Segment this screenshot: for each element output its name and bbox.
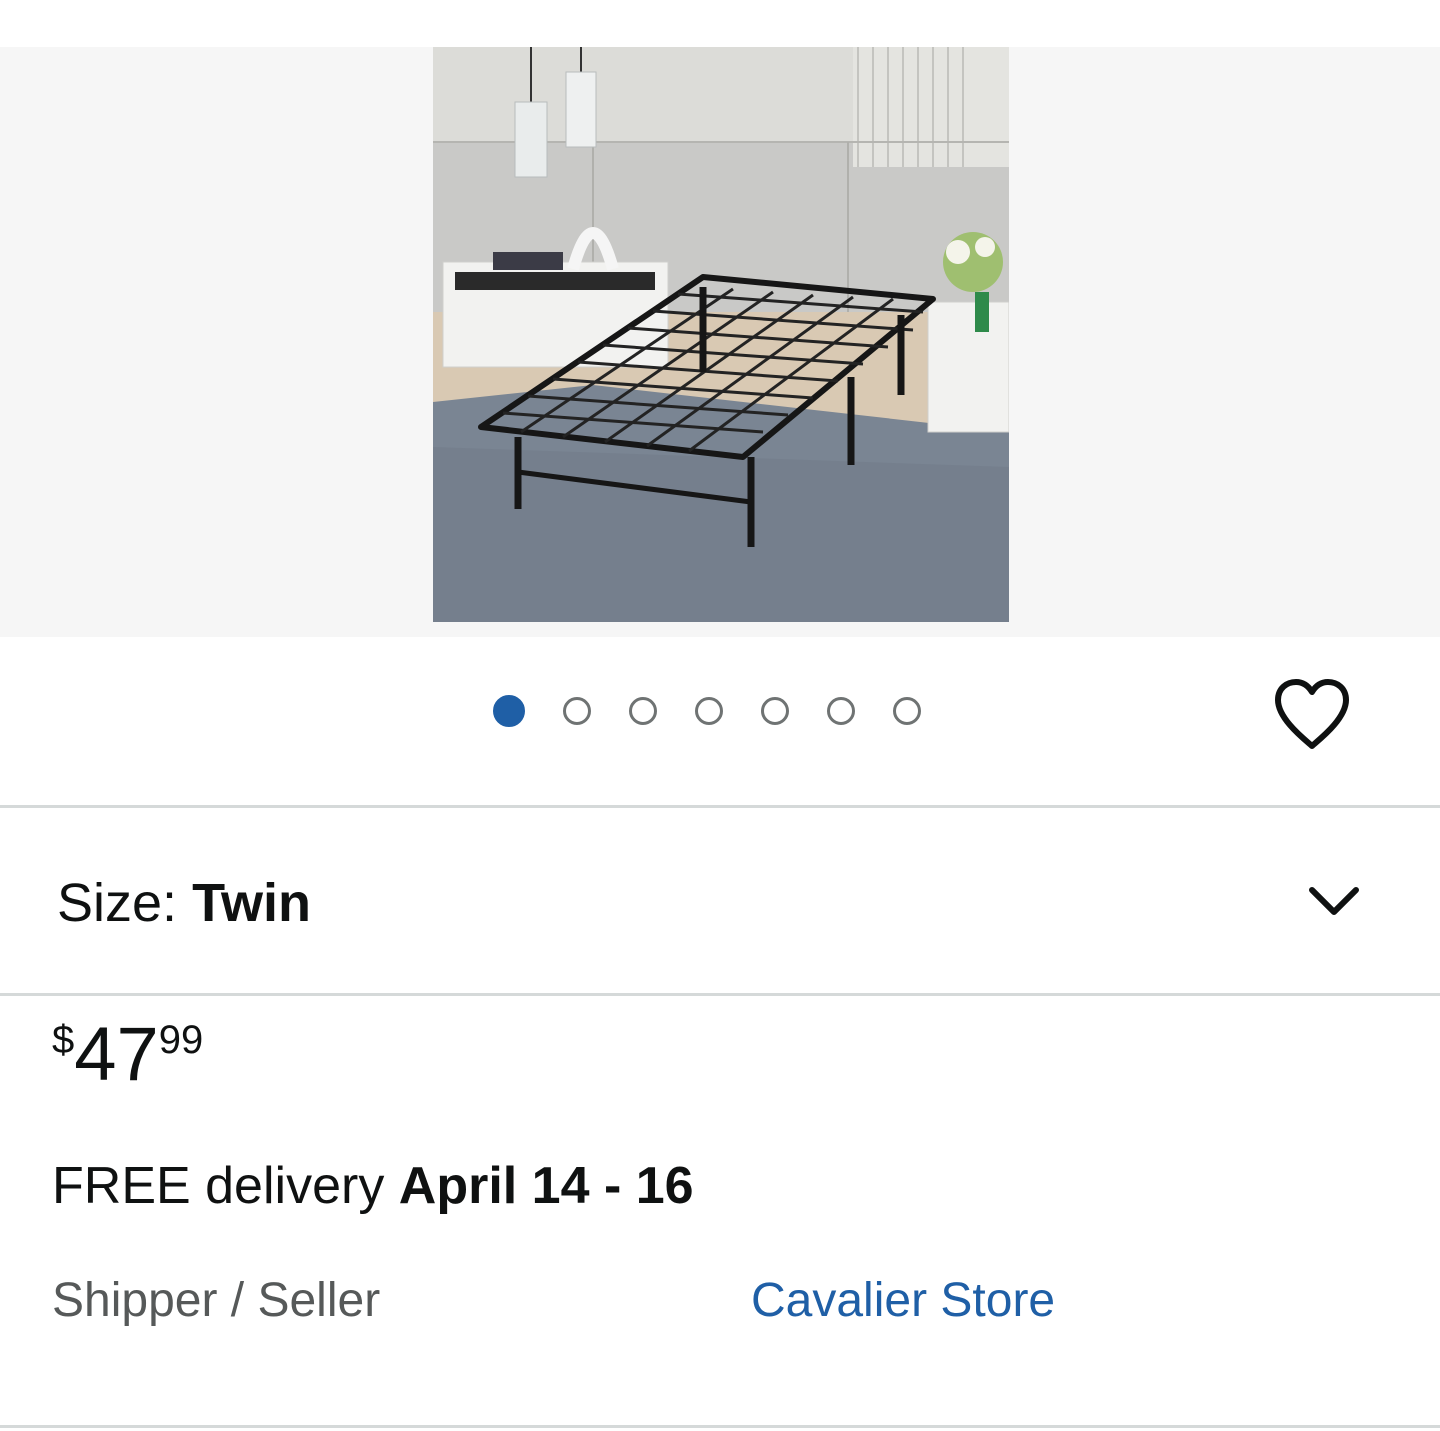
seller-link[interactable]: Cavalier Store xyxy=(751,1273,1055,1329)
price-fraction: 99 xyxy=(158,1018,204,1062)
delivery-dates: April 14 - 16 xyxy=(398,1157,694,1215)
size-selector-value: Twin xyxy=(192,873,312,933)
pagination-dot[interactable] xyxy=(629,697,657,725)
pagination-dot[interactable] xyxy=(563,697,591,725)
price-whole: 47 xyxy=(74,1012,159,1097)
delivery-info: FREE delivery April 14 - 16 xyxy=(52,1155,694,1217)
pagination-dot[interactable] xyxy=(761,697,789,725)
image-pagination-dots[interactable] xyxy=(493,695,921,729)
divider xyxy=(0,1425,1440,1428)
size-selector-label: Size: Twin xyxy=(57,873,312,933)
delivery-prefix: FREE delivery xyxy=(52,1157,399,1215)
pagination-dot[interactable] xyxy=(493,695,525,727)
pagination-dot[interactable] xyxy=(827,697,855,725)
pagination-dot[interactable] xyxy=(893,697,921,725)
shipper-seller-label: Shipper / Seller xyxy=(52,1274,381,1327)
wishlist-heart-button[interactable] xyxy=(1272,678,1352,752)
heart-icon xyxy=(1275,679,1349,749)
divider xyxy=(0,805,1440,808)
chevron-down-icon xyxy=(1309,887,1359,915)
product-price: $ 47 99 xyxy=(52,1010,203,1100)
price-currency-symbol: $ xyxy=(52,1018,75,1062)
size-dropdown-toggle[interactable] xyxy=(1306,878,1362,926)
product-image[interactable] xyxy=(433,47,1009,622)
bed-frame-illustration xyxy=(433,47,1009,622)
divider xyxy=(0,993,1440,996)
pagination-dot[interactable] xyxy=(695,697,723,725)
